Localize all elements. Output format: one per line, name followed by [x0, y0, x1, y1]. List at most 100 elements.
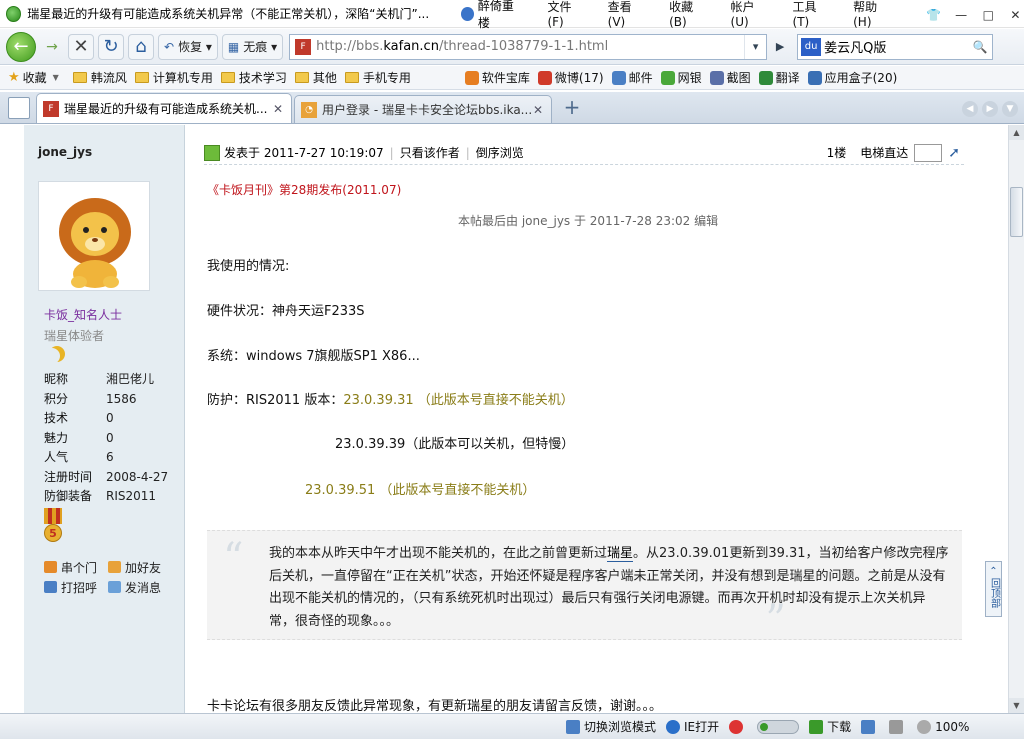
avatar[interactable] — [38, 181, 150, 291]
home-icon — [44, 561, 57, 573]
menu-help[interactable]: 帮助(H) — [853, 0, 893, 29]
go-icon[interactable]: ▶ — [769, 34, 791, 60]
tab-list-icon[interactable]: ▼ — [1002, 101, 1018, 117]
tab-scroll-right-icon[interactable]: ▶ — [982, 101, 998, 117]
toolbar-software-store[interactable]: 软件宝库 — [464, 69, 530, 86]
new-tab-button[interactable]: + — [558, 96, 586, 120]
forward-button[interactable]: → — [40, 32, 64, 62]
close-tab-icon[interactable]: ✕ — [271, 102, 285, 116]
download-label: 下载 — [827, 720, 852, 734]
user-name[interactable]: 醉倚重楼 — [478, 0, 524, 31]
search-engine-icon[interactable]: du — [801, 37, 822, 56]
send-message-link[interactable]: 发消息 — [108, 579, 172, 596]
rising-keyword-link[interactable]: 瑞星 — [607, 546, 634, 562]
bookmark-folder[interactable]: 手机专用 — [344, 69, 411, 86]
toolbar-mail[interactable]: 邮件 — [611, 69, 653, 86]
toolbar-screenshot[interactable]: 截图 — [709, 69, 751, 86]
jump-icon[interactable]: ➚ — [948, 145, 960, 161]
star-icon: ★ — [8, 70, 20, 85]
greet-link[interactable]: 打招呼 — [44, 579, 108, 596]
visit-home-link[interactable]: 串个门 — [44, 559, 108, 576]
skin-icon[interactable]: 👕 — [925, 5, 942, 23]
private-mode-button[interactable]: ▦ 无痕 ▾ — [221, 33, 284, 60]
toolbar-translate[interactable]: 翻译 — [758, 69, 800, 86]
menu-view[interactable]: 查看(V) — [608, 0, 647, 29]
screenshot-icon — [709, 70, 724, 85]
tab-login[interactable]: ◔ 用户登录 - 瑞星卡卡安全论坛bbs.ika... ✕ — [294, 95, 552, 123]
toolbar-bank[interactable]: 网银 — [660, 69, 702, 86]
bookmark-folder[interactable]: 技术学习 — [220, 69, 287, 86]
bookmark-favorites[interactable]: ★ 收藏 ▼ — [8, 69, 59, 86]
shield-status[interactable] — [729, 719, 747, 734]
stop-button[interactable]: ✕ — [68, 33, 94, 60]
address-dropdown-icon[interactable]: ▾ — [744, 34, 766, 59]
back-to-top-button[interactable]: ⌃ 回顶部 — [985, 561, 1002, 617]
reverse-order-link[interactable]: 倒序浏览 — [476, 144, 524, 161]
window-title: 瑞星最近的升级有可能造成系统关机异常（不能正常关机），深陷“关机门”... — [27, 7, 430, 21]
monthly-link[interactable]: 《卡饭月刊》第28期发布(2011.07) — [207, 181, 401, 198]
medal-icon[interactable]: 5 — [44, 508, 62, 544]
search-box[interactable]: du 姜云凡Q版 🔍 — [797, 33, 994, 60]
post-line-hardware: 硬件状况：神舟天运F233S — [207, 304, 365, 319]
toolbar-weibo[interactable]: 微博(17) — [537, 69, 604, 86]
author-username[interactable]: jone_jys — [38, 145, 92, 159]
bookmark-folder[interactable]: 其他 — [294, 69, 337, 86]
back-to-top-label: 回顶部 — [988, 578, 1000, 608]
security-icon — [729, 719, 744, 734]
add-friend-link[interactable]: 加好友 — [108, 559, 172, 576]
mute-button[interactable] — [889, 719, 907, 734]
home-button[interactable]: ⌂ — [128, 33, 154, 60]
scroll-down-icon[interactable]: ▼ — [1009, 698, 1024, 713]
accelerator-toggle[interactable] — [757, 719, 800, 734]
url-domain: kafan.cn — [383, 39, 439, 54]
user-rank[interactable]: 卡饭_知名人士 — [44, 306, 122, 323]
search-icon[interactable]: 🔍 — [968, 40, 992, 54]
back-button[interactable]: ← — [6, 31, 36, 62]
zoom-control[interactable]: 100% — [917, 719, 969, 734]
restore-button[interactable]: ↶ 恢复 ▾ — [158, 33, 218, 60]
download-button[interactable]: 下载 — [809, 718, 851, 735]
sidebar-toggle-icon[interactable] — [8, 97, 30, 119]
scroll-up-icon[interactable]: ▲ — [1009, 125, 1024, 140]
menu-file[interactable]: 文件(F) — [547, 0, 585, 29]
bookmark-label: 技术学习 — [238, 71, 287, 85]
download-icon — [809, 719, 824, 734]
close-tab-icon[interactable]: ✕ — [531, 103, 545, 117]
tab-bar: F 瑞星最近的升级有可能造成系统关机... ✕ ◔ 用户登录 - 瑞星卡卡安全论… — [0, 92, 1024, 124]
address-bar[interactable]: F http://bbs.kafan.cn/thread-1038779-1-1… — [289, 33, 768, 60]
user-stats: 昵称 湘巴佬儿 积分 1586 技术 0 魅力 0 人气 6 注册时间 2008-4-27 … — [44, 370, 184, 507]
minimize-button[interactable]: — — [952, 5, 969, 23]
navigation-bar: ← → ✕ ↻ ⌂ ↶ 恢复 ▾ ▦ 无痕 ▾ F http://bbs.kafan… — [0, 29, 1024, 65]
status-bar: 切换浏览模式 IE打开 下载 100% — [0, 713, 1024, 739]
toolbar-label: 软件宝库 — [481, 71, 530, 85]
switch-mode-button[interactable]: 切换浏览模式 — [566, 718, 656, 735]
floor-jump-input[interactable] — [914, 143, 943, 162]
menu-favorites[interactable]: 收藏(B) — [669, 0, 708, 29]
toolbar-label: 网银 — [677, 71, 702, 85]
incognito-icon: ▦ — [227, 39, 240, 54]
vertical-scrollbar[interactable]: ▲ ▼ — [1008, 125, 1024, 713]
folder-icon — [344, 72, 359, 83]
url-text[interactable]: http://bbs.kafan.cn/thread-1038779-1-1.h… — [316, 39, 744, 54]
ie-open-button[interactable]: IE打开 — [666, 718, 719, 735]
search-input[interactable]: 姜云凡Q版 — [824, 37, 968, 56]
bookmark-folder[interactable]: 韩流风 — [72, 69, 127, 86]
refresh-button[interactable]: ↻ — [98, 33, 124, 60]
zoom-icon — [917, 719, 932, 734]
tab-current-thread[interactable]: F 瑞星最近的升级有可能造成系统关机... ✕ — [36, 93, 292, 123]
user-account-icon[interactable] — [460, 6, 474, 21]
chevron-down-icon: ▼ — [52, 73, 59, 82]
protection-label: 防护：RIS2011 版本： — [207, 393, 344, 408]
scrollbar-thumb[interactable] — [1010, 187, 1023, 237]
toolbar-app-box[interactable]: 应用盒子(20) — [807, 69, 897, 86]
stat-row: 昵称 湘巴佬儿 — [44, 370, 184, 390]
media-button[interactable] — [861, 719, 879, 734]
only-author-link[interactable]: 只看该作者 — [400, 144, 460, 161]
menu-account[interactable]: 帐户(U) — [731, 0, 771, 29]
bookmark-folder[interactable]: 计算机专用 — [134, 69, 213, 86]
menu-tools[interactable]: 工具(T) — [793, 0, 832, 29]
maximize-button[interactable]: □ — [980, 5, 997, 23]
medal-level: 5 — [44, 524, 62, 542]
close-window-button[interactable]: ✕ — [1007, 5, 1024, 23]
tab-scroll-left-icon[interactable]: ◀ — [962, 101, 978, 117]
